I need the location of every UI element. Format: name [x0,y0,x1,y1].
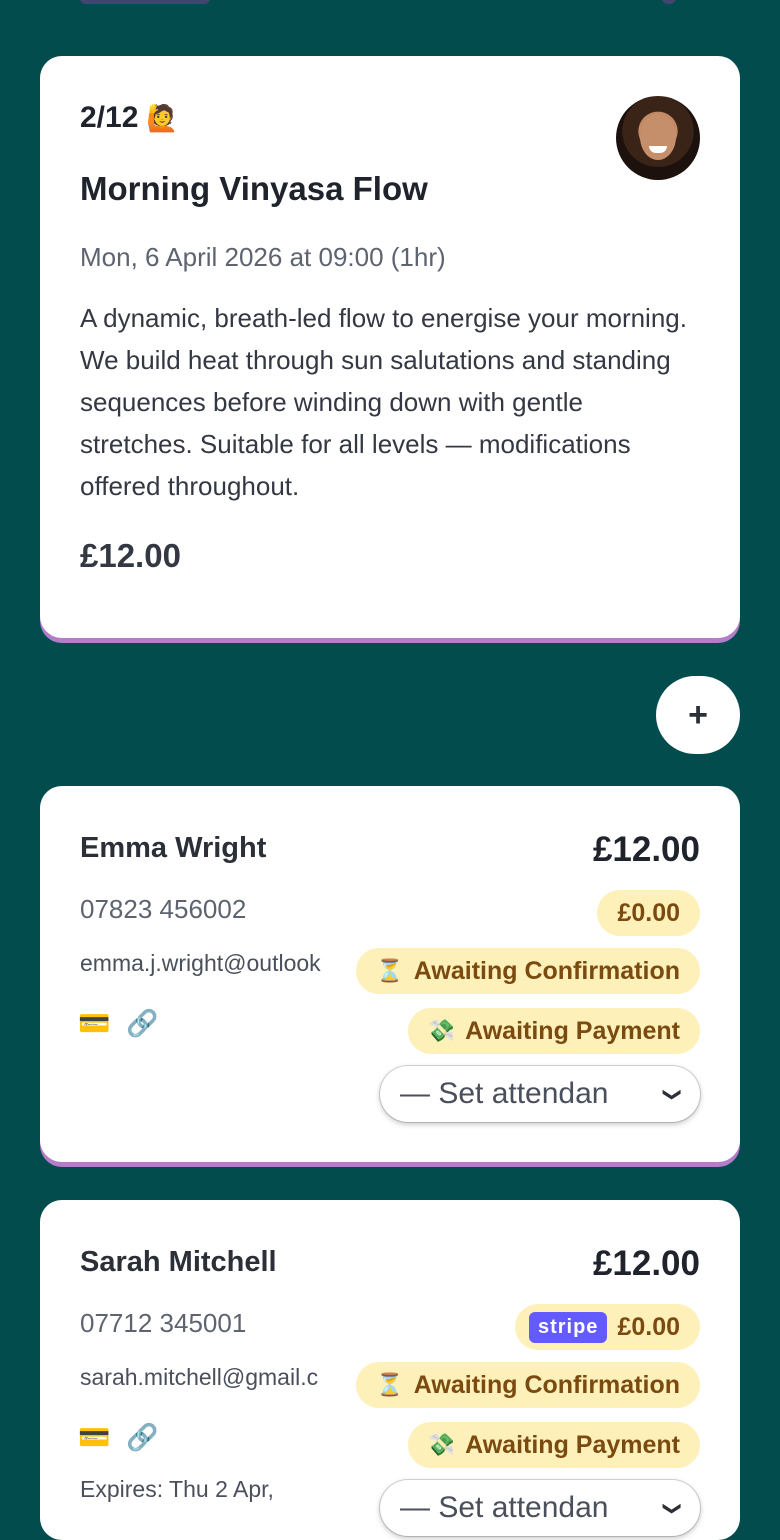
link-icon[interactable]: 🔗 [126,1008,158,1039]
payment-status-text: Awaiting Payment [465,1016,680,1045]
clipped-header-link[interactable] [80,0,210,4]
attendance-select-value: — Set attendan [400,1077,609,1110]
raising-hand-icon: 🙋 [146,102,179,133]
booking-card: Emma Wright 07823 456002 emma.j.wright@o… [40,786,740,1162]
booking-amount: £12.00 [592,1244,700,1283]
add-booking-button[interactable]: + [656,676,740,754]
confirmation-status-badge: ⏳ Awaiting Confirmation [356,1362,700,1408]
hourglass-icon: ⏳ [376,958,404,983]
payment-status-badge: 💸 Awaiting Payment [407,1422,700,1468]
booking-icons: 💳 🔗 [78,1422,159,1453]
booking-email: emma.j.wright@outlook [80,950,321,976]
booking-phone: 07712 345001 [80,1308,247,1338]
booking-name: Sarah Mitchell [80,1246,277,1278]
attendance-select-value: — Set attendan [400,1491,609,1524]
paid-amount-badge: £0.00 [597,890,700,936]
confirmation-status-badge: ⏳ Awaiting Confirmation [356,948,700,994]
booked-count: 2/12 🙋 [80,100,700,136]
credit-card-icon[interactable]: 💳 [78,1008,110,1039]
booking-amount: £12.00 [592,830,700,869]
payment-status-text: Awaiting Payment [465,1430,680,1459]
class-price: £12.00 [80,537,181,574]
booked-count-text: 2/12 [80,101,139,134]
paid-amount: £0.00 [617,1312,680,1341]
chevron-down-icon: ❯ [662,1086,683,1102]
class-title: Morning Vinyasa Flow [80,170,428,207]
top-clipped-header [0,0,780,10]
booking-name: Emma Wright [80,832,267,864]
link-icon[interactable]: 🔗 [126,1422,158,1453]
money-wings-icon: 💸 [427,1018,456,1043]
clipped-header-icon[interactable] [662,0,676,4]
stripe-badge: stripe [528,1311,608,1343]
booking-icons: 💳 🔗 [78,1008,159,1039]
payment-status-badge: 💸 Awaiting Payment [407,1008,700,1054]
confirmation-status-text: Awaiting Confirmation [413,1370,680,1399]
money-wings-icon: 💸 [427,1432,456,1457]
booking-card: Sarah Mitchell 07712 345001 sarah.mitche… [40,1200,740,1540]
confirmation-status-text: Awaiting Confirmation [413,956,680,985]
class-description: A dynamic, breath-led flow to energise y… [80,303,687,501]
hourglass-icon: ⏳ [376,1372,404,1397]
attendance-select[interactable]: — Set attendan ❯ [380,1480,700,1536]
paid-amount-badge: stripe £0.00 [514,1304,700,1350]
class-datetime: Mon, 6 April 2026 at 09:00 (1hr) [80,242,446,272]
chevron-down-icon: ❯ [662,1500,683,1516]
booking-phone: 07823 456002 [80,894,247,924]
booking-email: sarah.mitchell@gmail.c [80,1364,319,1390]
attendance-select[interactable]: — Set attendan ❯ [380,1066,700,1122]
paid-amount: £0.00 [617,898,680,927]
credit-card-icon[interactable]: 💳 [78,1422,110,1453]
instructor-avatar [616,96,700,180]
class-card: 2/12 🙋 Morning Vinyasa Flow Mon, 6 April… [40,56,740,638]
booking-expires: Expires: Thu 2 Apr, [80,1476,274,1502]
